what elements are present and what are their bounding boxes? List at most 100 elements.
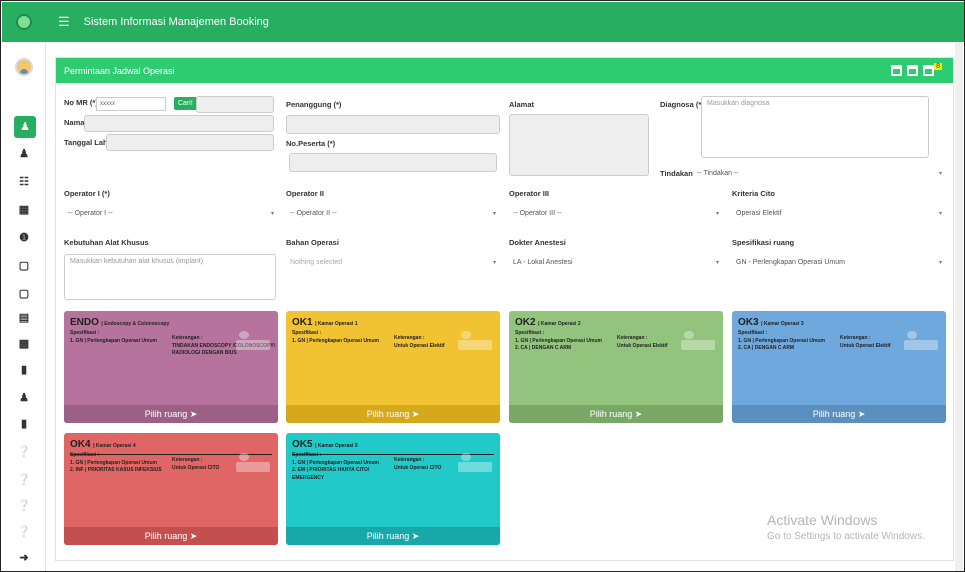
room-spec-item: 2. CA | DENGAN C ARM [515, 345, 572, 351]
kriteria-cito-value: Operasi Elektif [736, 210, 782, 217]
room-code: OK3 [738, 317, 759, 328]
chevron-down-icon: ▾ [715, 211, 719, 217]
clipboard-icon[interactable]: ▮ [14, 416, 34, 432]
calendar-check-icon[interactable] [907, 65, 919, 76]
user-check-icon[interactable]: ♟ [14, 146, 34, 162]
kriteria-cito-select[interactable]: Operasi Elektif ▾ [732, 206, 946, 224]
calendar-add-icon[interactable] [891, 65, 903, 76]
alat-khusus-textarea[interactable]: Masukkan kebutuhan alat khusus (implant) [64, 254, 276, 300]
person-icon[interactable]: ♟ [14, 390, 34, 406]
watermark-line1: Activate Windows [767, 512, 878, 528]
room-spec-item: 1. GN | Perlengkapan Operasi Umum [292, 337, 379, 344]
chevron-down-icon: ▾ [938, 260, 942, 266]
room-card-body: ENDO | Endoscopy & Colonoscopy Spesifika… [64, 311, 278, 405]
hamburger-menu-icon[interactable]: ☰ [58, 14, 70, 30]
document-icon[interactable]: ▮ [14, 362, 34, 378]
help-icon[interactable]: ❔ [14, 524, 34, 540]
bahan-operasi-select[interactable]: Nothing selected ▾ [286, 255, 500, 273]
room-card-ok4[interactable]: OK4 | Kamar Operasi 4 Spesifikasi : 1. G… [64, 433, 278, 545]
pilih-ruang-button[interactable]: Pilih ruang ➤ [509, 405, 723, 423]
room-specs: Spesifikasi : 1. GN | Perlengkapan Opera… [515, 330, 625, 353]
help-icon[interactable]: ❔ [14, 444, 34, 460]
dokter-anestesi-value: LA - Lokal Anestesi [513, 259, 573, 266]
room-card-body: OK2 | Kamar Operasi 2 Spesifikasi : 1. G… [509, 311, 723, 405]
room-name-text: Kamar Operasi 4 [95, 443, 136, 449]
room-specs: Spesifikasi : 1. GN | Perlengkapan Opera… [292, 330, 402, 345]
nama-field [84, 115, 274, 132]
chevron-down-icon: ▾ [492, 211, 496, 217]
app-logo[interactable] [2, 2, 46, 42]
help-icon[interactable]: ❔ [14, 498, 34, 514]
pilih-ruang-label: Pilih ruang [144, 531, 188, 541]
operator2-value: -- Operator II -- [290, 210, 337, 217]
room-name-text: Kamar Operasi 5 [317, 443, 358, 449]
avatar[interactable] [15, 58, 33, 76]
room-spec-item: 2. CA | DENGAN C ARM [738, 345, 795, 351]
bed-icon [681, 329, 715, 351]
calendar-icon[interactable]: ▦ [14, 202, 34, 218]
info-icon[interactable]: ❶ [14, 230, 34, 246]
room-name-text: Kamar Operasi 3 [763, 321, 804, 327]
no-mr-label: No MR (*) [64, 98, 98, 107]
room-spec-item: 1. GN | Perlengkapan Operasi Umum [70, 337, 157, 344]
list-icon[interactable] [923, 65, 935, 76]
chevron-down-icon: ▾ [270, 211, 274, 217]
room-code: OK4 [70, 439, 91, 450]
alat-khusus-label: Kebutuhan Alat Khusus [64, 238, 149, 247]
operator2-select[interactable]: -- Operator II -- ▾ [286, 206, 500, 224]
bed-icon[interactable]: ▤ [14, 310, 34, 326]
bed-icon [236, 451, 270, 473]
room-card-ok3[interactable]: OK3 | Kamar Operasi 3 Spesifikasi : 1. G… [732, 311, 946, 423]
app-title: Sistem Informasi Manajemen Booking [83, 16, 269, 28]
top-bar: ☰ Sistem Informasi Manajemen Booking [46, 2, 964, 42]
tindakan-select[interactable]: -- Tindakan -- ▾ [693, 166, 946, 184]
bed-icon [236, 329, 270, 351]
no-mr-input[interactable]: xxxxx [96, 97, 166, 111]
spesifikasi-ruang-label: Spesifikasi ruang [732, 238, 795, 247]
logout-icon[interactable]: ➜ [14, 550, 34, 566]
pilih-ruang-label: Pilih ruang [589, 409, 633, 419]
diagnosa-textarea[interactable]: Masukkan diagnosa [701, 96, 929, 158]
vertical-scrollbar[interactable] [955, 42, 963, 571]
room-card-ok1[interactable]: OK1 | Kamar Operasi 1 Spesifikasi : 1. G… [286, 311, 500, 423]
room-specs: Spesifikasi : 1. GN | Perlengkapan Opera… [70, 330, 180, 345]
bed-icon [458, 329, 492, 351]
cari-button[interactable]: Cari! [174, 97, 197, 110]
chevron-down-icon: ▾ [492, 260, 496, 266]
penanggung-label: Penanggung (*) [286, 100, 342, 109]
chevron-down-icon: ▾ [938, 171, 942, 177]
user-plus-icon[interactable]: ♟ [14, 116, 36, 138]
pilih-ruang-button[interactable]: Pilih ruang ➤ [286, 527, 500, 545]
operator3-select[interactable]: -- Operator III -- ▾ [509, 206, 723, 224]
pilih-ruang-button[interactable]: Pilih ruang ➤ [64, 527, 278, 545]
sitemap-icon[interactable]: ☷ [14, 174, 34, 190]
room-card-ok2[interactable]: OK2 | Kamar Operasi 2 Spesifikasi : 1. G… [509, 311, 723, 423]
booking-panel: Permintaan Jadwal Operasi 8 No MR (*) xx… [55, 57, 954, 561]
printer-icon[interactable]: ▩ [14, 336, 34, 352]
spesifikasi-ruang-select[interactable]: GN - Perlengkapan Operasi Umum ▾ [732, 255, 946, 273]
penanggung-field[interactable] [286, 115, 500, 134]
room-card-endo[interactable]: ENDO | Endoscopy & Colonoscopy Spesifika… [64, 311, 278, 423]
pilih-ruang-button[interactable]: Pilih ruang ➤ [64, 405, 278, 423]
operator1-select[interactable]: -- Operator I -- ▾ [64, 206, 278, 224]
no-peserta-field[interactable] [289, 153, 497, 172]
activate-windows-watermark: Activate Windows Go to Settings to activ… [767, 512, 925, 542]
spesifikasi-ruang-value: GN - Perlengkapan Operasi Umum [736, 259, 845, 266]
monitor-icon[interactable]: ▢ [14, 286, 34, 302]
room-name: | Kamar Operasi 3 [761, 321, 804, 327]
room-card-body: OK1 | Kamar Operasi 1 Spesifikasi : 1. G… [286, 311, 500, 405]
help-icon[interactable]: ❔ [14, 472, 34, 488]
dokter-anestesi-select[interactable]: LA - Lokal Anestesi ▾ [509, 255, 723, 273]
room-spec-item: 1. GN | Perlengkapan Operasi Umum [292, 459, 379, 466]
tindakan-label: Tindakan [660, 169, 693, 178]
room-spec-item: 1. GN | Perlengkapan Operasi Umum [70, 459, 157, 466]
kriteria-cito-label: Kriteria Cito [732, 189, 775, 198]
logo-icon [16, 14, 32, 30]
pilih-ruang-button[interactable]: Pilih ruang ➤ [286, 405, 500, 423]
room-card-ok5[interactable]: OK5 | Kamar Operasi 5 Spesifikasi : 1. G… [286, 433, 500, 545]
arrow-circle-icon: ➤ [189, 531, 198, 541]
pilih-ruang-button[interactable]: Pilih ruang ➤ [732, 405, 946, 423]
monitor-icon[interactable]: ▢ [14, 258, 34, 274]
room-name-text: Endoscopy & Colonoscopy [104, 321, 170, 327]
room-spec-item: 2. INF | PRIORITAS KASUS INFEKSIUS [70, 467, 162, 473]
